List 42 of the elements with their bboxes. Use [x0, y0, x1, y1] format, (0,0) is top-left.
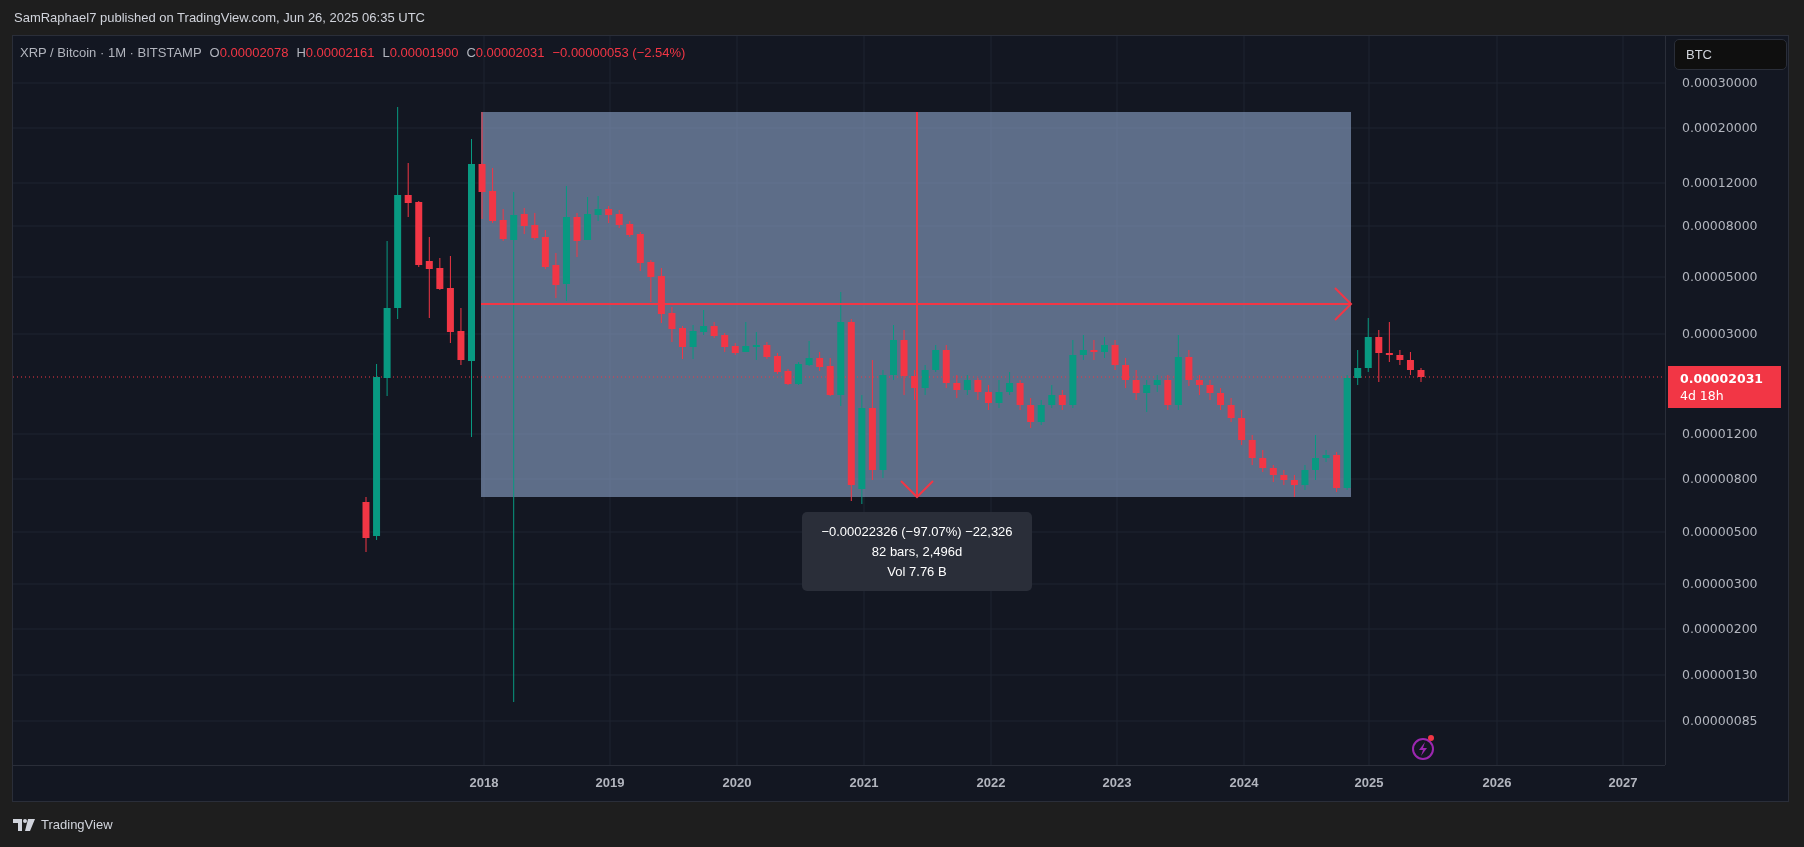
- year-label: 2027: [1608, 775, 1638, 790]
- year-label: 2023: [1102, 775, 1132, 790]
- price-tick-label: 0.00000200: [1682, 621, 1758, 637]
- ohlc-label: H: [296, 45, 306, 60]
- ohlc-label: L: [382, 45, 390, 60]
- ohlc-label: C: [466, 45, 476, 60]
- price-tick-label: 0.00012000: [1682, 175, 1758, 191]
- price-tick-label: 0.00000130: [1682, 667, 1758, 683]
- year-label: 2024: [1229, 775, 1259, 790]
- ohlc-label: O: [209, 45, 220, 60]
- publish-info: SamRaphael7 published on TradingView.com, Jun 26, 2025 06:35 UTC: [14, 10, 425, 25]
- lightning-icon[interactable]: [1411, 733, 1437, 761]
- ohlc-value: 0.00002078: [219, 45, 289, 60]
- year-label: 2019: [595, 775, 625, 790]
- price-tick-label: 0.00000300: [1682, 576, 1758, 592]
- price-tick-label: 0.00000800: [1682, 471, 1758, 487]
- price-tick-label: 0.00000085: [1682, 713, 1758, 729]
- ohlc-value: 0.00002161: [305, 45, 375, 60]
- price-tick-label: 0.00030000: [1682, 75, 1758, 91]
- ohlc-value: 0.00002031: [475, 45, 545, 60]
- price-tick-label: 0.00005000: [1682, 269, 1758, 285]
- year-label: 2018: [469, 775, 499, 790]
- price-tick-label: 0.00020000: [1682, 120, 1758, 136]
- year-label: 2020: [722, 775, 752, 790]
- last-price-label: 0.00002031 4d 18h: [1668, 366, 1781, 408]
- price-change: −0.00000053 (−2.54%): [552, 45, 686, 60]
- symbol-title: XRP / Bitcoin · 1M · BITSTAMP: [20, 45, 202, 60]
- logo-icon: [13, 818, 35, 831]
- price-tick-label: 0.00003000: [1682, 326, 1758, 342]
- price-tick-label: 0.00000500: [1682, 524, 1758, 540]
- year-label: 2021: [849, 775, 879, 790]
- tooltip-line: Vol 7.76 B: [887, 564, 947, 579]
- year-label: 2026: [1482, 775, 1512, 790]
- currency-button[interactable]: BTC: [1674, 39, 1787, 70]
- tooltip-line: 82 bars, 2,496d: [871, 544, 963, 559]
- brand-name: TradingView: [41, 817, 113, 832]
- price-tick-label: 0.00008000: [1682, 218, 1758, 234]
- ohlc-value: 0.00001900: [389, 45, 459, 60]
- year-label: 2022: [976, 775, 1006, 790]
- year-label: 2025: [1354, 775, 1384, 790]
- tooltip-line: −0.00022326 (−97.07%) −22,326: [821, 524, 1013, 539]
- price-tick-label: 0.00001200: [1682, 426, 1758, 442]
